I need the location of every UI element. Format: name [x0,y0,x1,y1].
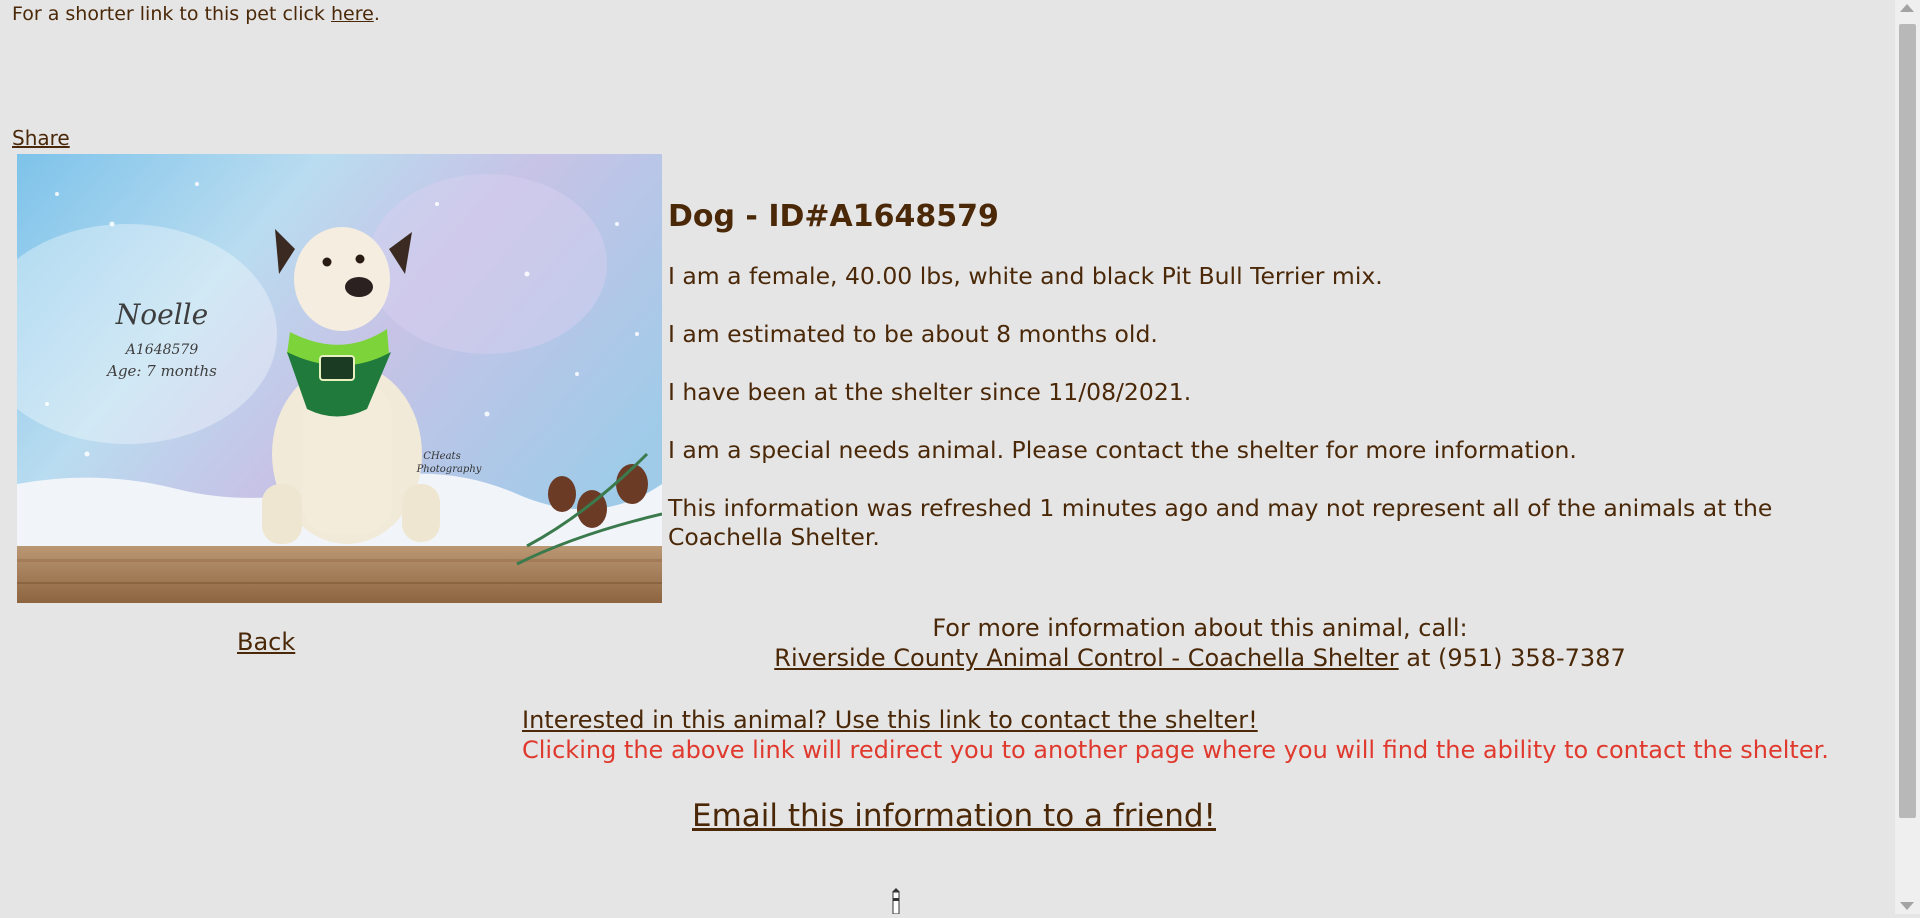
email-friend-link[interactable]: Email this information to a friend! [692,798,1216,834]
lighthouse-icon [887,888,905,915]
shorter-link-suffix: . [373,3,380,25]
interest-contact-link[interactable]: Interested in this animal? Use this link… [522,706,1258,734]
share-link[interactable]: Share [12,126,70,150]
photo-name-text: Noelle [115,298,208,331]
photo-credit-2: Photography [416,464,482,475]
interest-block: Interested in this animal? Use this link… [522,705,1829,765]
scroll-up-arrow-icon[interactable] [1900,4,1914,12]
refresh-note: This information was refreshed 1 minutes… [668,494,1773,551]
animal-intake-date: I have been at the shelter since 11/08/2… [668,378,1192,406]
shorter-link-prefix: For a shorter link to this pet click [12,3,331,25]
animal-title: Dog - ID#A1648579 [668,199,999,234]
phone-text: at (951) 358-7387 [1398,644,1626,672]
call-text: For more information about this animal, … [932,614,1468,642]
shorter-link-here[interactable]: here [331,3,374,25]
scroll-thumb[interactable] [1899,24,1916,818]
shelter-link[interactable]: Riverside County Animal Control - Coache… [774,644,1398,672]
animal-age: I am estimated to be about 8 months old. [668,320,1158,348]
shorter-link-line: For a shorter link to this pet click her… [12,3,380,25]
animal-description: I am a female, 40.00 lbs, white and blac… [668,262,1383,290]
contact-call-block: For more information about this animal, … [668,613,1732,673]
pet-photo: Noelle A1648579 Age: 7 months CHeats Pho… [17,154,662,603]
photo-credit-1: CHeats [423,451,460,462]
scroll-down-arrow-icon[interactable] [1900,902,1914,910]
redirect-note: Clicking the above link will redirect yo… [522,736,1829,764]
animal-special-needs: I am a special needs animal. Please cont… [668,436,1577,464]
animal-details: Dog - ID#A1648579 I am a female, 40.00 l… [668,197,1828,581]
back-link[interactable]: Back [237,628,295,656]
vertical-scrollbar[interactable] [1895,0,1920,914]
photo-id-text: A1648579 [124,342,199,358]
photo-age-text: Age: 7 months [105,362,217,380]
